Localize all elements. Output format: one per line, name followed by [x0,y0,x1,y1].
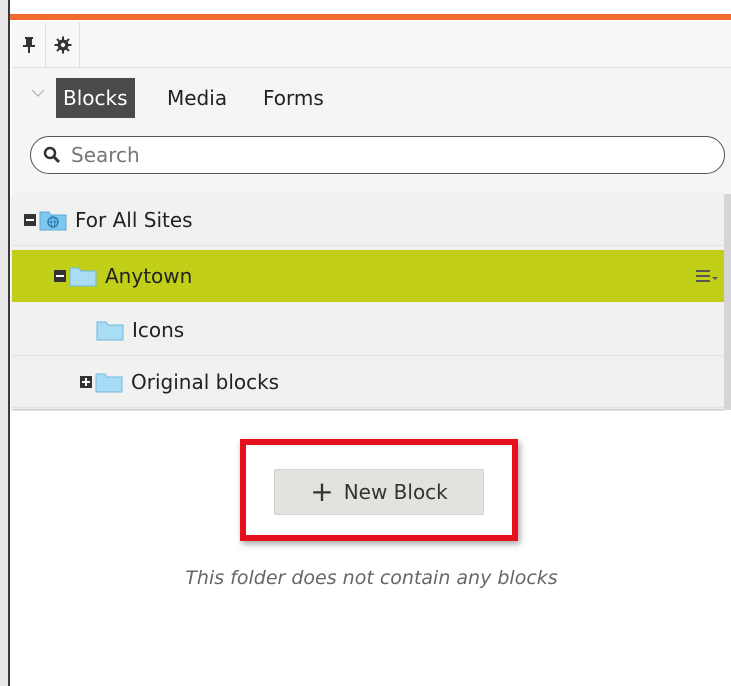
search-area [12,118,731,194]
settings-button[interactable] [46,22,80,68]
pane-toolbar [12,22,731,68]
pin-button[interactable] [12,22,46,68]
tree-item-icons[interactable]: Icons [12,304,724,356]
chevron-down-icon [31,89,45,98]
folder-tree: For All Sites Anytown Icons Original blo… [12,194,724,410]
new-block-label: New Block [343,480,448,504]
empty-folder-message: This folder does not contain any blocks [185,567,558,589]
tree-item-for-all-sites[interactable]: For All Sites [12,194,724,246]
accent-line [10,14,731,20]
globe-folder-icon [39,209,67,231]
expand-toggle-icon[interactable] [80,375,92,388]
tree-scrollbar[interactable] [724,194,731,410]
tree-item-original-blocks[interactable]: Original blocks [12,356,724,408]
folder-icon [69,265,97,287]
collapse-toggle-icon[interactable] [24,213,36,226]
tree-item-label: Icons [132,317,185,342]
blocks-content: + New Block This folder does not contain… [12,411,731,686]
plus-icon: + [310,475,334,508]
search-icon [43,146,61,164]
search-input[interactable] [71,143,691,167]
gear-icon [54,36,71,54]
context-menu-button[interactable] [696,266,718,286]
tree-item-label: Original blocks [131,369,280,394]
window-left-edge [0,0,10,686]
pin-icon [22,37,35,53]
folder-icon [96,319,124,341]
tree-item-label: Anytown [105,264,193,288]
tab-forms[interactable]: Forms [256,78,331,118]
tree-item-label: For All Sites [75,207,193,232]
tree-item-anytown[interactable]: Anytown [12,250,724,302]
collapse-toggle[interactable] [26,80,50,106]
menu-icon [696,270,718,282]
collapse-toggle-icon[interactable] [54,270,66,282]
search-box [30,136,725,174]
tab-media[interactable]: Media [160,78,234,118]
assets-tabs: Blocks Media Forms [12,68,731,124]
new-block-button[interactable]: + New Block [274,469,484,515]
tab-blocks[interactable]: Blocks [56,78,135,124]
folder-icon [95,371,123,393]
